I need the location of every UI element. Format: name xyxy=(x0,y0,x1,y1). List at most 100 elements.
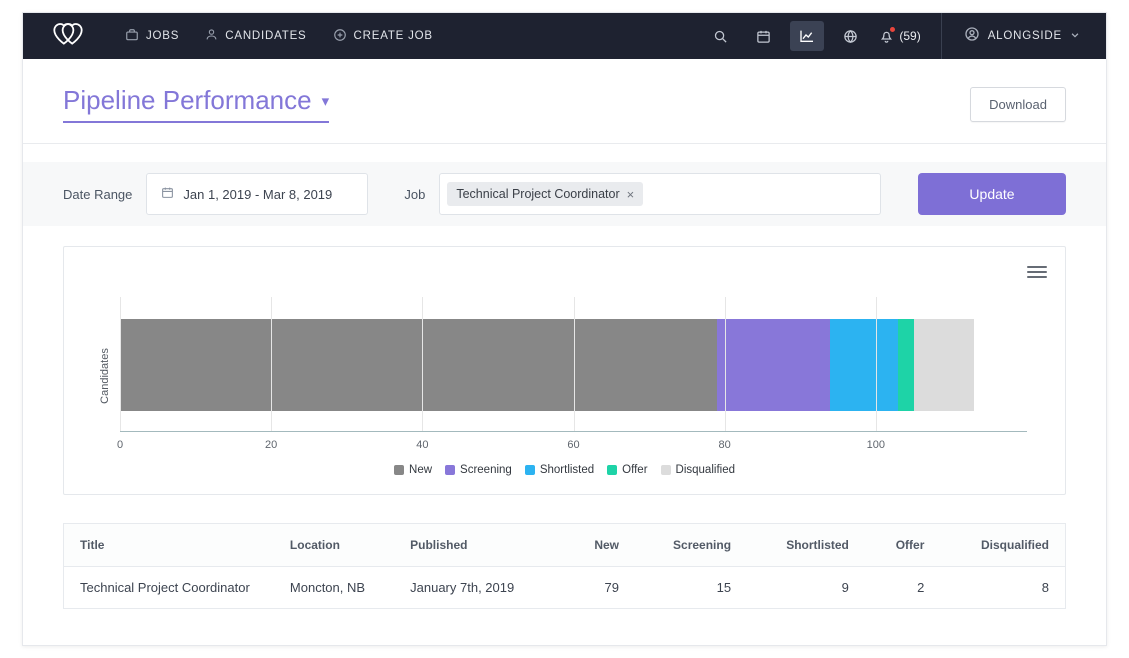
legend-label: New xyxy=(409,464,432,476)
table-cell: Moncton, NB xyxy=(274,567,394,609)
table-cell: 2 xyxy=(865,567,941,609)
table-cell: Technical Project Coordinator xyxy=(64,567,274,609)
x-tick-label: 40 xyxy=(416,439,428,451)
nav-item-label: JOBS xyxy=(146,30,179,42)
column-header: Published xyxy=(394,524,564,567)
chart-plot-area: Candidates 020406080100 xyxy=(120,297,1027,454)
plot xyxy=(120,297,1027,432)
primary-nav: JOBS CANDIDATES CREATE JOB xyxy=(125,28,433,45)
nav-item-create-job[interactable]: CREATE JOB xyxy=(333,28,433,45)
chart-menu-icon[interactable] xyxy=(1027,263,1047,281)
search-icon[interactable] xyxy=(704,22,737,51)
legend-item-screening[interactable]: Screening xyxy=(445,464,512,476)
update-button[interactable]: Update xyxy=(918,173,1066,215)
chevron-down-icon xyxy=(1070,27,1080,45)
bar-segment-shortlisted[interactable] xyxy=(830,319,898,411)
hearts-logo-icon xyxy=(49,21,87,51)
gridline xyxy=(574,297,575,431)
x-tick-label: 80 xyxy=(719,439,731,451)
nav-item-jobs[interactable]: JOBS xyxy=(125,28,179,45)
pipeline-chart-card: Candidates 0 20 40 60 80 100 New Screening Shor… xyxy=(63,246,1066,495)
legend-swatch xyxy=(394,465,404,475)
gridline xyxy=(876,297,877,431)
legend-label: Screening xyxy=(460,464,512,476)
job-chip-label: Technical Project Coordinator xyxy=(456,187,619,201)
column-header: Screening xyxy=(635,524,747,567)
y-axis-label: Candidates xyxy=(99,348,111,404)
column-header: New xyxy=(564,524,635,567)
bell-icon xyxy=(879,29,894,44)
legend-label: Offer xyxy=(622,464,647,476)
calendar-icon xyxy=(161,186,174,202)
column-header: Shortlisted xyxy=(747,524,865,567)
legend-item-shortlisted[interactable]: Shortlisted xyxy=(525,464,594,476)
filter-bar: Date Range Jan 1, 2019 - Mar 8, 2019 Job… xyxy=(23,162,1106,226)
top-navbar: JOBS CANDIDATES CREATE JOB xyxy=(23,13,1106,59)
bar-segment-screening[interactable] xyxy=(717,319,830,411)
column-header: Disqualified xyxy=(940,524,1065,567)
gridline xyxy=(422,297,423,431)
notification-dot xyxy=(889,26,896,33)
date-range-label: Date Range xyxy=(63,187,132,202)
download-button[interactable]: Download xyxy=(970,87,1066,122)
chip-close-icon[interactable]: × xyxy=(627,188,635,201)
gridline xyxy=(120,297,121,431)
job-select-input[interactable]: Technical Project Coordinator × xyxy=(439,173,881,215)
table-cell: 79 xyxy=(564,567,635,609)
notification-count: (59) xyxy=(899,29,920,43)
plus-circle-icon xyxy=(333,28,347,45)
legend-swatch xyxy=(525,465,535,475)
x-ticks: 0 20 40 60 80 100 xyxy=(120,432,1027,454)
reports-chart-icon[interactable] xyxy=(790,21,824,51)
nav-item-label: CANDIDATES xyxy=(225,30,306,42)
table-body: Technical Project CoordinatorMoncton, NB… xyxy=(64,567,1066,609)
title-caret-icon: ▾ xyxy=(322,92,330,110)
navbar-right-group: (59) ALONGSIDE xyxy=(694,13,1080,59)
date-range-value: Jan 1, 2019 - Mar 8, 2019 xyxy=(183,187,332,202)
x-tick-label: 0 xyxy=(117,439,123,451)
notifications-button[interactable]: (59) xyxy=(879,29,920,44)
nav-item-candidates[interactable]: CANDIDATES xyxy=(205,28,306,44)
x-tick-label: 100 xyxy=(867,439,885,451)
briefcase-icon xyxy=(125,28,139,45)
x-tick-label: 60 xyxy=(567,439,579,451)
bar-segment-new[interactable] xyxy=(120,319,717,411)
legend-label: Disqualified xyxy=(676,464,735,476)
page-header: Pipeline Performance ▾ Download xyxy=(23,59,1106,144)
brand-logo[interactable] xyxy=(49,21,87,51)
column-header: Offer xyxy=(865,524,941,567)
legend-item-disqualified[interactable]: Disqualified xyxy=(661,464,735,476)
table-cell: January 7th, 2019 xyxy=(394,567,564,609)
legend-item-new[interactable]: New xyxy=(394,464,432,476)
legend-swatch xyxy=(607,465,617,475)
legend-item-offer[interactable]: Offer xyxy=(607,464,647,476)
gridline xyxy=(271,297,272,431)
table-cell: 9 xyxy=(747,567,865,609)
page-title-text: Pipeline Performance xyxy=(63,85,312,116)
table-row: Technical Project CoordinatorMoncton, NB… xyxy=(64,567,1066,609)
table-cell: 15 xyxy=(635,567,747,609)
legend-label: Shortlisted xyxy=(540,464,594,476)
account-name: ALONGSIDE xyxy=(988,30,1062,42)
table-head-row: TitleLocationPublishedNewScreeningShortl… xyxy=(64,524,1066,567)
user-icon xyxy=(205,28,218,44)
account-menu[interactable]: ALONGSIDE xyxy=(941,13,1080,59)
bar-segment-disqualified[interactable] xyxy=(914,319,974,411)
gridline xyxy=(725,297,726,431)
date-range-input[interactable]: Jan 1, 2019 - Mar 8, 2019 xyxy=(146,173,368,215)
user-circle-icon xyxy=(964,26,980,47)
calendar-icon[interactable] xyxy=(747,22,780,51)
globe-icon[interactable] xyxy=(834,22,867,51)
bar-segment-offer[interactable] xyxy=(898,319,913,411)
app-window: JOBS CANDIDATES CREATE JOB xyxy=(22,12,1107,646)
nav-item-label: CREATE JOB xyxy=(354,30,433,42)
page-title: Pipeline Performance ▾ xyxy=(63,85,329,123)
job-label: Job xyxy=(404,187,425,202)
column-header: Title xyxy=(64,524,274,567)
x-tick-label: 20 xyxy=(265,439,277,451)
column-header: Location xyxy=(274,524,394,567)
legend-swatch xyxy=(445,465,455,475)
report-selector[interactable]: Pipeline Performance ▾ xyxy=(63,85,329,123)
legend-swatch xyxy=(661,465,671,475)
chart-legend: New Screening Shortlisted Offer Disqualified xyxy=(84,464,1045,476)
